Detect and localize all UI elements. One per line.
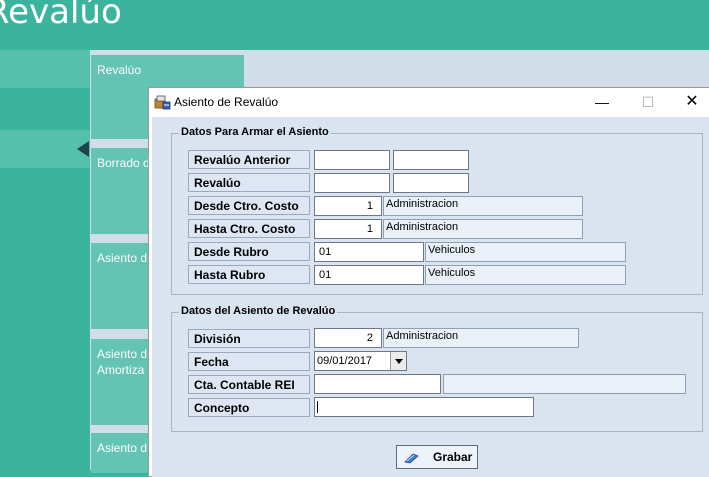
hasta-ctro-costo-input[interactable]: 1 — [314, 219, 382, 239]
cta-contable-rei-desc — [443, 374, 686, 394]
label-revaluo-anterior: Revalúo Anterior — [188, 150, 310, 169]
grabar-label: Grabar — [433, 450, 473, 464]
label-desde-rubro: Desde Rubro — [188, 242, 310, 261]
desde-rubro-desc: Vehiculos — [425, 242, 626, 262]
tile-label: Revalúo — [97, 63, 142, 77]
text-caret — [317, 401, 318, 413]
hasta-rubro-input[interactable]: 01 — [314, 265, 424, 285]
revaluo-anterior-input[interactable] — [314, 150, 390, 170]
nav-item-1[interactable] — [0, 50, 90, 88]
minimize-button[interactable]: — — [579, 88, 625, 116]
dialog-client-area: Datos Para Armar el Asiento Revalúo Ante… — [152, 117, 709, 477]
asiento-revaluo-dialog: Asiento de Revalúo — ☐ ✕ Datos Para Arma… — [148, 87, 709, 477]
label-hasta-ctro-costo: Hasta Ctro. Costo — [188, 219, 310, 238]
desde-ctro-costo-desc: Administracion — [383, 196, 583, 216]
revaluo-input[interactable] — [314, 173, 390, 193]
selection-pointer-icon — [77, 141, 89, 157]
desde-ctro-costo-input[interactable]: 1 — [314, 196, 382, 216]
group-legend: Datos del Asiento de Revalúo — [179, 305, 338, 317]
label-hasta-rubro: Hasta Rubro — [188, 265, 310, 284]
fecha-date-picker[interactable]: 09/01/2017 — [314, 351, 407, 371]
label-desde-ctro-costo: Desde Ctro. Costo — [188, 196, 310, 215]
dialog-titlebar[interactable]: Asiento de Revalúo — ☐ ✕ — [149, 88, 709, 116]
nav-item-2[interactable] — [0, 90, 90, 128]
label-revaluo: Revalúo — [188, 173, 310, 192]
maximize-button[interactable]: ☐ — [625, 88, 671, 116]
close-button[interactable]: ✕ — [669, 88, 709, 116]
tile-label: Asiento d — [97, 251, 148, 265]
desde-rubro-input[interactable]: 01 — [314, 242, 424, 262]
label-concepto: Concepto — [188, 398, 310, 417]
app-header: Revalúo — [0, 0, 709, 50]
revaluo-input-2[interactable] — [393, 173, 469, 193]
hasta-rubro-desc: Vehiculos — [425, 265, 626, 285]
tile-label: Asiento d — [97, 441, 148, 455]
tile-label: Asiento d — [97, 347, 148, 361]
save-action-icon — [404, 453, 419, 464]
label-division: División — [188, 329, 310, 348]
label-cta-contable-rei: Cta. Contable REI — [188, 375, 310, 394]
app-window-icon — [154, 95, 171, 110]
group-legend: Datos Para Armar el Asiento — [179, 126, 331, 138]
cta-contable-rei-input[interactable] — [314, 374, 441, 394]
concepto-input[interactable] — [314, 397, 534, 417]
fecha-value: 09/01/2017 — [317, 355, 373, 367]
revaluo-anterior-input-2[interactable] — [393, 150, 469, 170]
tile-label: Borrado d — [97, 156, 150, 170]
app-title: Revalúo — [0, 0, 122, 32]
division-input[interactable]: 2 — [314, 328, 382, 348]
grabar-button[interactable]: Grabar — [396, 445, 478, 469]
hasta-ctro-costo-desc: Administracion — [383, 219, 583, 239]
label-fecha: Fecha — [188, 352, 310, 371]
division-desc: Administracion — [383, 328, 579, 348]
fecha-dropdown-button[interactable] — [390, 352, 406, 370]
chevron-down-icon — [395, 359, 403, 364]
dialog-title: Asiento de Revalúo — [174, 95, 279, 109]
tile-label-2: Amortiza — [97, 363, 145, 377]
